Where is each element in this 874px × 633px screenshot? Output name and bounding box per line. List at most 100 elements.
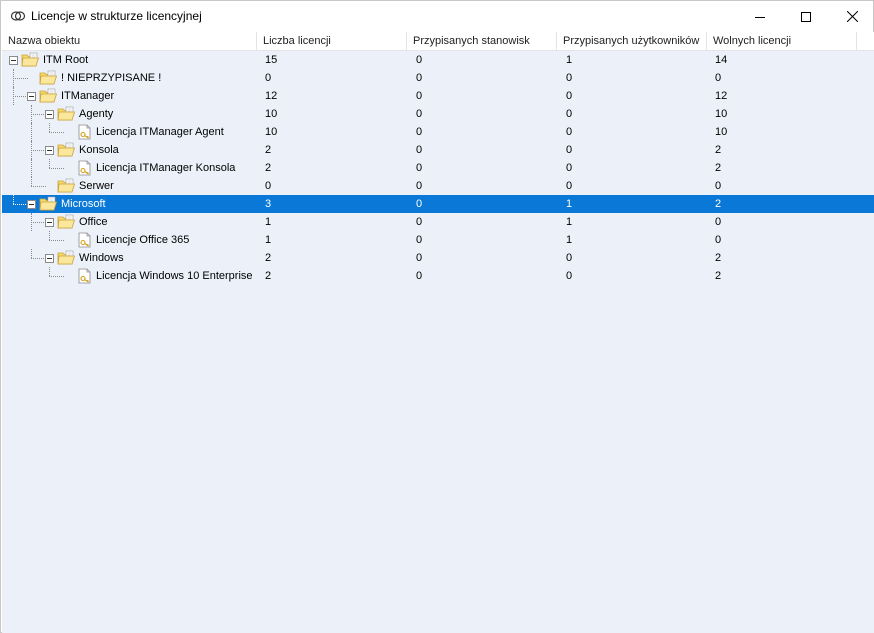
tree-row-value: 0 [416, 54, 423, 66]
tree-connector-line [49, 159, 50, 168]
minimize-button[interactable] [737, 1, 783, 32]
tree-row-label: Microsoft [61, 198, 106, 210]
license-document-icon [78, 232, 91, 248]
maximize-button[interactable] [783, 1, 829, 32]
folder-icon [57, 142, 76, 157]
tree-row[interactable]: Licencja Windows 10 Enterprise 2 0 0 2 [2, 267, 874, 285]
column-header-assigned-stations[interactable]: Przypisanych stanowisk [407, 32, 557, 51]
tree-connector-line [31, 249, 32, 258]
tree-row-value: 10 [715, 108, 728, 120]
tree-row-value: 10 [715, 126, 728, 138]
minimize-icon [755, 16, 765, 18]
folder-icon [57, 178, 76, 193]
tree-row-label: Agenty [79, 108, 114, 120]
tree-row-value: 0 [566, 180, 573, 192]
tree-row-value: 15 [265, 54, 278, 66]
tree-row-value: 0 [416, 162, 423, 174]
tree-row-value: 1 [265, 234, 272, 246]
tree-row-value: 0 [715, 180, 722, 192]
tree-row-value: 0 [566, 270, 573, 282]
tree-row-value: 0 [566, 90, 573, 102]
tree-row-value: 0 [715, 216, 722, 228]
column-header-assigned-users[interactable]: Przypisanych użytkowników [557, 32, 707, 51]
tree-row-label: ITM Root [43, 54, 89, 66]
tree-connector-line [49, 231, 50, 240]
tree-connector-line [31, 186, 46, 187]
tree-connector-line [31, 123, 32, 141]
tree-connector-line [31, 159, 32, 177]
license-document-icon [78, 160, 91, 176]
close-button[interactable] [829, 1, 874, 32]
tree-row[interactable]: Licencja ITManager Konsola 2 0 0 2 [2, 159, 874, 177]
folder-icon [39, 196, 58, 211]
collapse-toggle-icon[interactable] [45, 218, 54, 227]
column-header-name[interactable]: Nazwa obiektu [2, 32, 257, 51]
tree-row[interactable]: Microsoft 3 0 1 2 [2, 195, 874, 213]
tree-connector-line [49, 276, 64, 277]
tree-row-label: Licencja Windows 10 Enterprise [96, 270, 253, 282]
folder-icon [39, 70, 58, 85]
tree-row-label: Licencja ITManager Agent [96, 126, 224, 138]
tree-row-value: 0 [566, 144, 573, 156]
tree-row-value: 0 [566, 162, 573, 174]
column-header-free-licenses[interactable]: Wolnych licencji [707, 32, 857, 51]
column-header-license-count[interactable]: Liczba licencji [257, 32, 407, 51]
tree-row[interactable]: Office 1 0 1 0 [2, 213, 874, 231]
tree-row-value: 2 [265, 270, 272, 282]
collapse-toggle-icon[interactable] [45, 110, 54, 119]
tree-row-value: 0 [416, 234, 423, 246]
tree-row-label: ITManager [61, 90, 115, 102]
tree-connector-line [49, 132, 64, 133]
tree-row[interactable]: Licencje Office 365 1 0 1 0 [2, 231, 874, 249]
tree-row-value: 1 [265, 216, 272, 228]
tree-row[interactable]: Agenty 10 0 0 10 [2, 105, 874, 123]
collapse-toggle-icon[interactable] [27, 92, 36, 101]
tree-connector-line [13, 78, 28, 79]
folder-icon [21, 52, 40, 67]
tree-row[interactable]: ! NIEPRZYPISANE ! 0 0 0 0 [2, 69, 874, 87]
tree-row-label: Konsola [79, 144, 119, 156]
tree-row-value: 2 [265, 162, 272, 174]
tree-row-value: 0 [265, 180, 272, 192]
tree-row[interactable]: ITM Root 15 0 1 14 [2, 51, 874, 69]
tree-row[interactable]: Windows 2 0 0 2 [2, 249, 874, 267]
tree-row[interactable]: Konsola 2 0 0 2 [2, 141, 874, 159]
tree-row-value: 2 [715, 144, 722, 156]
maximize-icon [801, 11, 811, 22]
tree-row-label: Windows [79, 252, 124, 264]
license-tree-grid[interactable]: Nazwa obiektu Liczba licencji Przypisany… [2, 32, 874, 633]
folder-icon [57, 214, 76, 229]
tree-row-value: 2 [265, 144, 272, 156]
tree-row-value: 2 [265, 252, 272, 264]
tree-row-value: 0 [715, 72, 722, 84]
tree-row-value: 10 [265, 126, 278, 138]
tree-row[interactable]: Serwer 0 0 0 0 [2, 177, 874, 195]
license-document-icon [78, 268, 91, 284]
collapse-toggle-icon[interactable] [45, 254, 54, 263]
license-structure-window: Licencje w strukturze licencyjnej Nazwa … [0, 0, 874, 633]
tree-row-value: 0 [416, 126, 423, 138]
tree-row-value: 0 [715, 234, 722, 246]
tree-row-value: 0 [416, 270, 423, 282]
tree-row-value: 0 [566, 108, 573, 120]
tree-row[interactable]: ITManager 12 0 0 12 [2, 87, 874, 105]
tree-connector-line [31, 150, 46, 151]
tree-row-value: 1 [566, 234, 573, 246]
tree-row-value: 0 [566, 72, 573, 84]
license-document-icon [78, 124, 91, 140]
tree-row[interactable]: Licencja ITManager Agent 10 0 0 10 [2, 123, 874, 141]
tree-connector-line [13, 204, 28, 205]
tree-connector-line [31, 177, 32, 186]
collapse-toggle-icon[interactable] [27, 200, 36, 209]
tree-row-value: 0 [566, 252, 573, 264]
collapse-toggle-icon[interactable] [45, 146, 54, 155]
tree-row-value: 0 [416, 180, 423, 192]
tree-row-value: 1 [566, 54, 573, 66]
tree-row-label: Serwer [79, 180, 114, 192]
collapse-toggle-icon[interactable] [9, 56, 18, 65]
tree-connector-line [31, 258, 46, 259]
folder-icon [57, 106, 76, 121]
tree-row-value: 0 [416, 216, 423, 228]
folder-icon [39, 88, 58, 103]
tree-row-value: 12 [715, 90, 728, 102]
